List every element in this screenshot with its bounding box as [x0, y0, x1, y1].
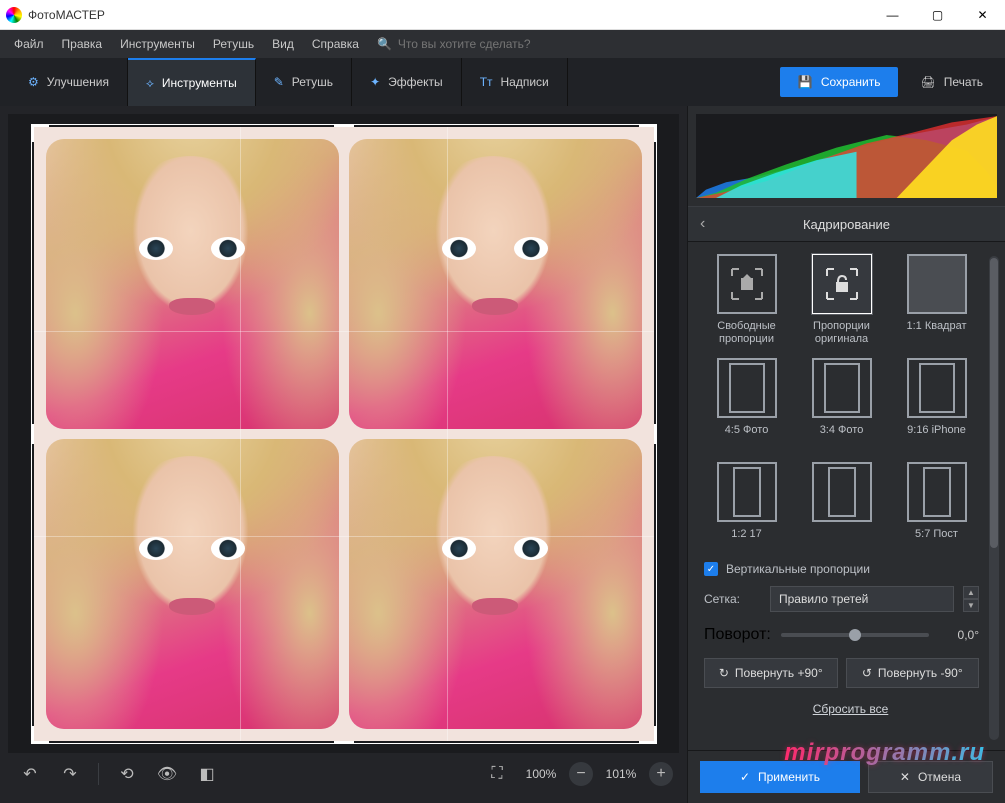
tab-text[interactable]: Tᴛ Надписи — [462, 58, 568, 106]
preset-3-4[interactable]: 3:4 Фото — [799, 358, 884, 450]
histogram — [696, 114, 997, 198]
zoom-out-button[interactable]: − — [569, 762, 593, 786]
preset-5-7[interactable]: 5:7 Пост — [894, 462, 979, 554]
menu-tools[interactable]: Инструменты — [112, 33, 203, 55]
canvas-statusbar: ↶ ↷ ⟲ 👁 ◧ ⛶ 100% − 101% + — [8, 753, 679, 795]
menubar: Файл Правка Инструменты Ретушь Вид Справ… — [0, 30, 1005, 58]
compare-button[interactable]: ◧ — [191, 758, 223, 790]
text-icon: Tᴛ — [480, 75, 493, 89]
back-button[interactable]: ‹ — [700, 215, 705, 233]
print-button[interactable]: 🖨 Печать — [908, 67, 995, 97]
vertical-label: Вертикальные пропорции — [726, 562, 870, 576]
grid-label: Сетка: — [704, 592, 760, 606]
panel-scrollbar[interactable] — [989, 256, 999, 740]
free-crop-icon — [727, 264, 767, 304]
menu-retouch[interactable]: Ретушь — [205, 33, 262, 55]
app-icon — [6, 7, 22, 23]
rotate-ccw-button[interactable]: ↺Повернуть -90° — [846, 658, 980, 688]
zoom-in-button[interactable]: + — [649, 762, 673, 786]
grid-select[interactable]: Правило третей — [770, 586, 954, 612]
menu-view[interactable]: Вид — [264, 33, 302, 55]
crop-icon: ⟡ — [146, 76, 154, 91]
preview-button[interactable]: 👁 — [151, 758, 183, 790]
window-title: ФотоМАСТЕР — [28, 8, 870, 22]
photo-tile — [349, 439, 642, 729]
rotate-cw-icon: ↻ — [719, 666, 729, 680]
tab-label: Ретушь — [292, 75, 333, 89]
menu-edit[interactable]: Правка — [54, 33, 111, 55]
rotation-label: Поворот: — [704, 626, 771, 644]
photo-tile — [46, 439, 339, 729]
save-button[interactable]: 💾 Сохранить — [780, 67, 899, 97]
canvas-area: ↶ ↷ ⟲ 👁 ◧ ⛶ 100% − 101% + — [0, 106, 687, 803]
slider-thumb[interactable] — [849, 629, 861, 641]
tab-tools[interactable]: ⟡ Инструменты — [128, 58, 256, 106]
save-label: Сохранить — [821, 75, 881, 89]
tab-label: Инструменты — [162, 76, 237, 90]
close-button[interactable]: ✕ — [960, 0, 1005, 30]
preset-unknown[interactable] — [799, 462, 884, 554]
preset-1-2[interactable]: 1:2 17 — [704, 462, 789, 554]
print-icon: 🖨 — [920, 75, 935, 89]
tab-effects[interactable]: ✦ Эффекты — [352, 58, 462, 106]
reset-all-link[interactable]: Сбросить все — [704, 702, 997, 716]
apply-button[interactable]: ✓Применить — [700, 761, 860, 793]
preset-free[interactable]: Свободныепропорции — [704, 254, 789, 346]
history-button[interactable]: ⟲ — [111, 758, 143, 790]
window-titlebar: ФотоМАСТЕР — ▢ ✕ — [0, 0, 1005, 30]
maximize-button[interactable]: ▢ — [915, 0, 960, 30]
scroll-thumb[interactable] — [990, 258, 998, 548]
photo-collage — [34, 127, 654, 741]
undo-button[interactable]: ↶ — [14, 758, 46, 790]
brush-icon: ✎ — [274, 75, 284, 89]
lock-crop-icon — [822, 264, 862, 304]
chevron-up-icon[interactable]: ▲ — [963, 586, 979, 599]
menu-file[interactable]: Файл — [6, 33, 52, 55]
search-input[interactable] — [398, 37, 598, 51]
save-icon: 💾 — [798, 75, 813, 89]
tab-label: Эффекты — [388, 75, 443, 89]
image-canvas[interactable] — [34, 127, 654, 741]
sparkle-icon: ✦ — [370, 75, 380, 89]
aspect-presets: Свободныепропорции Пропорцииоригинала 1:… — [704, 254, 997, 554]
fit-screen-button[interactable]: ⛶ — [481, 758, 513, 790]
main-toolbar: ⚙ Улучшения ⟡ Инструменты ✎ Ретушь ✦ Эфф… — [0, 58, 1005, 106]
preset-original[interactable]: Пропорцииоригинала — [799, 254, 884, 346]
rotation-slider[interactable] — [781, 633, 929, 637]
tab-label: Надписи — [501, 75, 549, 89]
grid-spinner[interactable]: ▲▼ — [963, 586, 979, 612]
minimize-button[interactable]: — — [870, 0, 915, 30]
search-icon: 🔍 — [377, 37, 392, 51]
rotate-cw-button[interactable]: ↻Повернуть +90° — [704, 658, 838, 688]
preset-4-5[interactable]: 4:5 Фото — [704, 358, 789, 450]
menu-help[interactable]: Справка — [304, 33, 367, 55]
chevron-down-icon[interactable]: ▼ — [963, 599, 979, 612]
photo-tile — [46, 139, 339, 429]
crop-handle[interactable] — [654, 424, 657, 444]
side-panel: ‹ Кадрирование Свободныепропорции Пропор… — [687, 106, 1005, 803]
preset-9-16[interactable]: 9:16 iPhone — [894, 358, 979, 450]
redo-button[interactable]: ↷ — [54, 758, 86, 790]
print-label: Печать — [944, 75, 983, 89]
rotation-value: 0,0° — [939, 628, 979, 642]
sliders-icon: ⚙ — [28, 75, 39, 89]
vertical-checkbox[interactable]: ✓ — [704, 562, 718, 576]
crop-handle[interactable] — [334, 741, 354, 744]
close-icon: ✕ — [900, 770, 910, 784]
cancel-button[interactable]: ✕Отмена — [868, 761, 993, 793]
preset-square[interactable]: 1:1 Квадрат — [894, 254, 979, 346]
tab-label: Улучшения — [47, 75, 109, 89]
photo-tile — [349, 139, 642, 429]
tab-enhancements[interactable]: ⚙ Улучшения — [10, 58, 128, 106]
fit-zoom-value: 100% — [521, 767, 561, 781]
panel-title: Кадрирование — [803, 217, 890, 232]
tab-retouch[interactable]: ✎ Ретушь — [256, 58, 352, 106]
rotate-ccw-icon: ↺ — [862, 666, 872, 680]
panel-header: ‹ Кадрирование — [688, 206, 1005, 242]
grid-select-value: Правило третей — [779, 592, 868, 606]
current-zoom-value: 101% — [601, 767, 641, 781]
check-icon: ✓ — [740, 770, 750, 784]
